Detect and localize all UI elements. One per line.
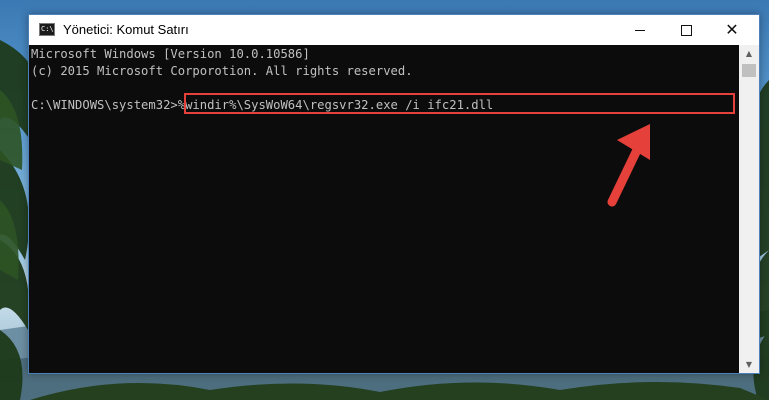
title-bar[interactable]: C:\ Yönetici: Komut Satırı ✕ xyxy=(29,15,759,45)
close-button[interactable]: ✕ xyxy=(709,15,755,45)
maximize-icon xyxy=(680,24,692,36)
console-line-copyright: (c) 2015 Microsoft Corporotion. All righ… xyxy=(31,64,413,78)
vertical-scrollbar[interactable]: ▲ ▼ xyxy=(739,45,759,373)
close-icon: ✕ xyxy=(725,20,739,39)
maximize-button[interactable] xyxy=(663,15,709,45)
window-title: Yönetici: Komut Satırı xyxy=(63,22,189,37)
command-highlight-box xyxy=(184,93,735,114)
scroll-down-button[interactable]: ▼ xyxy=(739,356,759,373)
scroll-down-arrow-icon: ▼ xyxy=(745,360,753,369)
console-line-version: Microsoft Windows [Version 10.0.10586] xyxy=(31,47,310,61)
scroll-up-button[interactable]: ▲ xyxy=(739,45,759,62)
minimize-icon xyxy=(635,29,645,31)
command-prompt-window: C:\ Yönetici: Komut Satırı ✕ Microsoft W… xyxy=(28,14,760,374)
scroll-up-arrow-icon: ▲ xyxy=(745,49,753,58)
scroll-thumb[interactable] xyxy=(742,64,756,77)
console-prompt: C:\WINDOWS\system32> xyxy=(31,98,178,112)
cmd-app-icon: C:\ xyxy=(39,23,55,36)
console-output[interactable]: Microsoft Windows [Version 10.0.10586] (… xyxy=(29,45,739,373)
minimize-button[interactable] xyxy=(617,15,663,45)
